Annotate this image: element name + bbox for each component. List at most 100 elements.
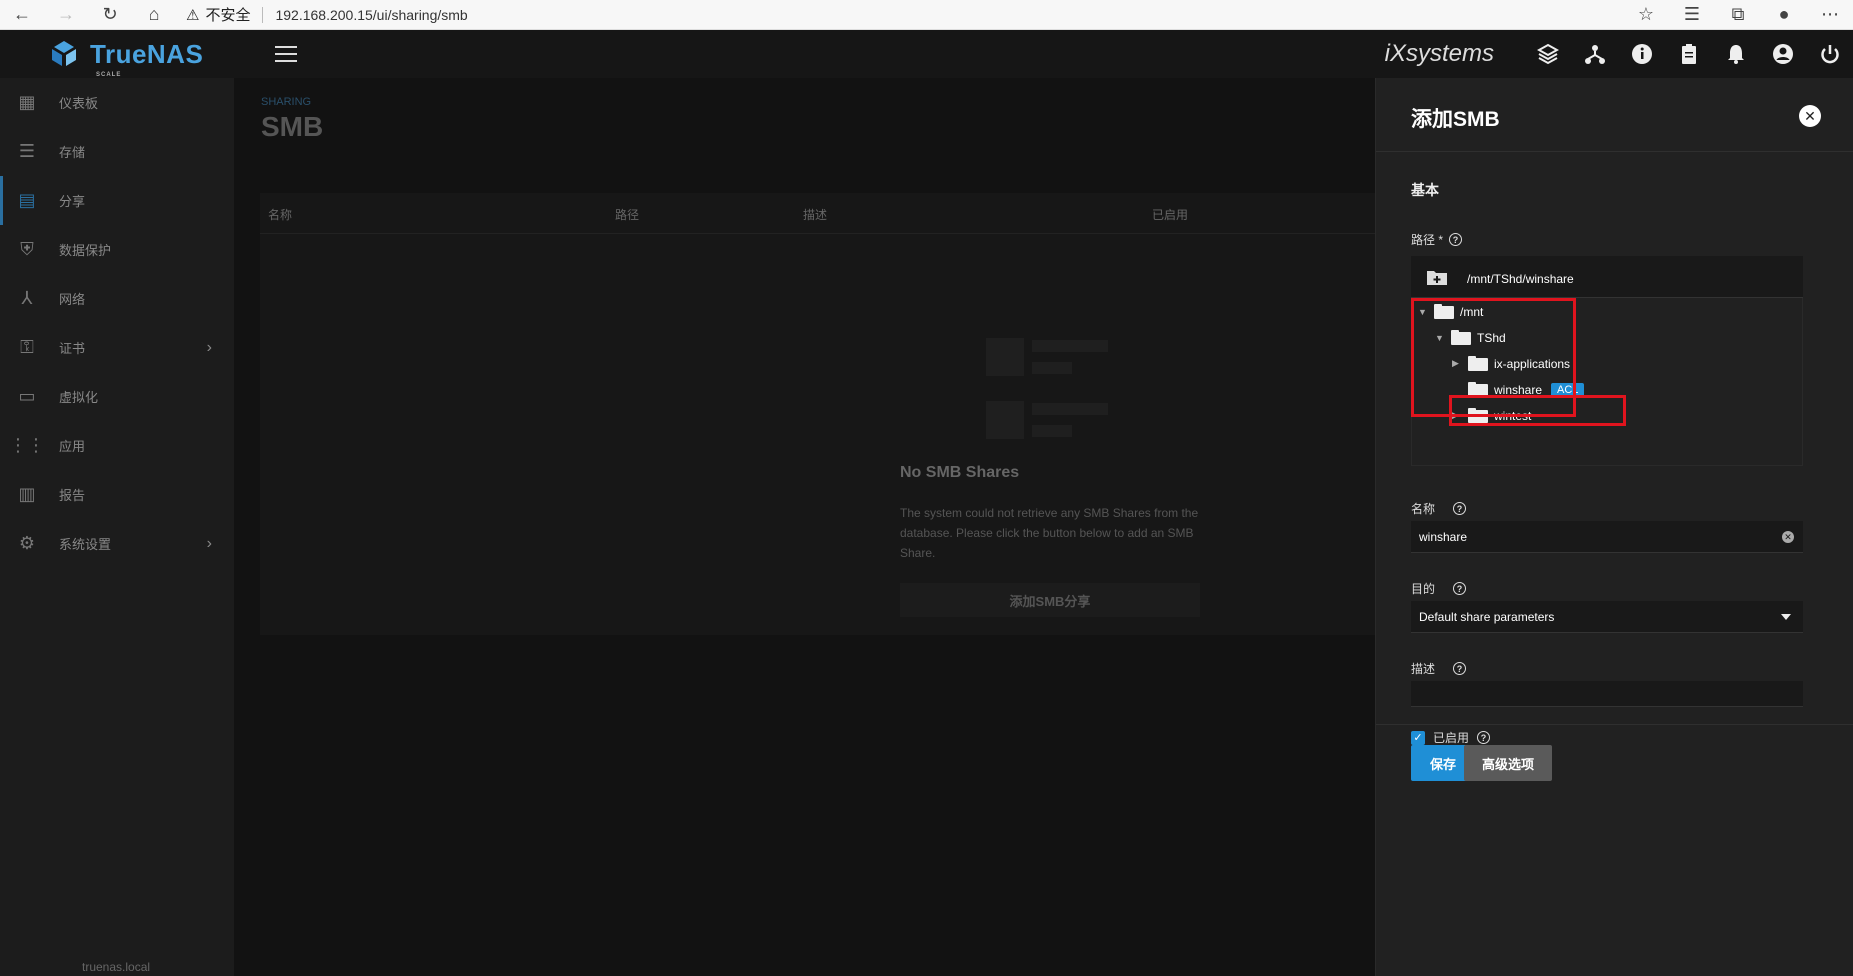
gear-icon: ⚙ (18, 533, 36, 553)
more-icon[interactable]: ⋯ (1807, 0, 1853, 30)
tasks-icon[interactable] (1665, 30, 1712, 78)
purpose-value: Default share parameters (1419, 609, 1555, 624)
sharing-icon: ▤ (18, 190, 36, 210)
brand-edition: SCALE (96, 71, 122, 78)
collections-icon[interactable]: ⧉ (1715, 0, 1761, 30)
info-icon[interactable] (1618, 30, 1665, 78)
help-icon[interactable]: ? (1453, 582, 1467, 595)
description-input[interactable] (1411, 681, 1803, 707)
ixsystems-logo[interactable]: iXsystems (1385, 40, 1494, 68)
sidebar-item-reporting[interactable]: ▥ 报告 (0, 470, 234, 519)
network-icon: ⅄ (21, 288, 33, 308)
purpose-label-text: 目的 (1411, 582, 1436, 596)
add-favorite-icon[interactable]: ☆ (1623, 0, 1669, 30)
path-label-text: 路径 * (1411, 233, 1444, 247)
enabled-checkbox[interactable]: ✓ (1411, 730, 1425, 745)
security-warning[interactable]: ⚠ 不安全 (186, 4, 250, 25)
panel-header: 添加SMB ✕ (1376, 78, 1853, 152)
name-value: winshare (1419, 529, 1468, 544)
browser-toolbar: ← → ↻ ⌂ ⚠ 不安全 192.168.200.15/ui/sharing/… (0, 0, 1853, 30)
divider (1376, 724, 1853, 725)
back-icon[interactable]: ← (0, 0, 44, 30)
smb-shares-table: 名称 路径 描述 已启用 (260, 193, 1380, 635)
help-icon[interactable]: ? (1453, 502, 1467, 515)
sidebar-item-label: 应用 (59, 439, 86, 454)
clear-icon[interactable]: ✕ (1782, 531, 1794, 543)
advanced-options-button[interactable]: 高级选项 (1464, 745, 1552, 781)
menu-toggle-icon[interactable] (275, 46, 298, 62)
empty-state-description: The system could not retrieve any SMB Sh… (900, 506, 1199, 560)
column-header-description[interactable]: 描述 (803, 206, 827, 223)
laptop-icon: ▭ (18, 386, 36, 406)
network-status-icon[interactable] (1571, 30, 1618, 78)
sidebar-item-apps[interactable]: ⋮⋮ 应用 (0, 421, 234, 470)
sidebar-item-label: 分享 (59, 194, 86, 209)
apps-grid-icon: ⋮⋮ (9, 435, 45, 455)
chart-icon: ▥ (18, 484, 36, 504)
brand-name: TrueNAS SCALE (90, 38, 204, 78)
empty-state-illustration (986, 338, 1108, 464)
sidebar-item-label: 证书 (59, 341, 86, 356)
chevron-right-icon: › (206, 534, 212, 552)
sidebar-item-data-protection[interactable]: ⛨ 数据保护 (0, 225, 234, 274)
storage-icon: ☰ (18, 141, 36, 161)
account-icon[interactable] (1759, 30, 1806, 78)
path-value: /mnt/TShd/winshare (1467, 271, 1574, 286)
column-header-enabled[interactable]: 已启用 (1152, 206, 1188, 223)
column-header-name[interactable]: 名称 (268, 206, 292, 223)
sidebar-item-label: 网络 (59, 292, 86, 307)
purpose-select[interactable]: Default share parameters (1411, 601, 1803, 633)
main-content: SHARING SMB 名称 路径 描述 已启用 No SMB Shares T… (234, 78, 1380, 976)
security-label: 不安全 (205, 7, 251, 24)
truenas-logo-icon (52, 41, 76, 66)
help-icon[interactable]: ? (1477, 731, 1491, 744)
path-label: 路径 * ? (1411, 231, 1463, 248)
enabled-checkbox-row[interactable]: ✓ 已启用 ? (1411, 729, 1491, 746)
truenas-logo[interactable]: TrueNAS SCALE (44, 38, 204, 78)
app-topbar: TrueNAS SCALE iXsystems (0, 30, 1853, 78)
empty-state-title: No SMB Shares (900, 464, 1020, 481)
column-header-path[interactable]: 路径 (615, 206, 639, 223)
shield-icon: ⛨ (20, 239, 34, 259)
sidebar-item-network[interactable]: ⅄ 网络 (0, 274, 234, 323)
power-icon[interactable] (1806, 30, 1853, 78)
forward-icon[interactable]: → (44, 0, 88, 30)
warning-icon: ⚠ (186, 6, 200, 24)
favorites-icon[interactable]: ☰ (1669, 0, 1715, 30)
refresh-icon[interactable]: ↻ (88, 0, 132, 30)
breadcrumb[interactable]: SHARING (261, 96, 311, 108)
name-label-text: 名称 (1411, 502, 1436, 516)
sidebar-item-system-settings[interactable]: ⚙ 系统设置 › (0, 519, 234, 568)
enabled-label: 已启用 (1433, 731, 1470, 745)
sidebar-item-certificates[interactable]: ⚿ 证书 › (0, 323, 234, 372)
close-icon[interactable]: ✕ (1799, 105, 1821, 127)
description-label-text: 描述 (1411, 662, 1436, 676)
truecommand-icon[interactable] (1524, 30, 1571, 78)
sidebar-item-sharing[interactable]: ▤ 分享 (0, 176, 234, 225)
sidebar-item-label: 虚拟化 (59, 390, 99, 405)
key-icon: ⚿ (20, 337, 34, 357)
help-icon[interactable]: ? (1449, 233, 1463, 246)
sidebar-item-storage[interactable]: ☰ 存储 (0, 127, 234, 176)
page-title: SMB (261, 111, 324, 142)
panel-title: 添加SMB (1411, 108, 1500, 131)
section-title: 基本 (1411, 182, 1439, 198)
profile-icon[interactable]: ● (1761, 0, 1807, 30)
home-icon[interactable]: ⌂ (132, 0, 176, 30)
sidebar-item-dashboard[interactable]: ▦ 仪表板 (0, 78, 234, 127)
create-folder-icon[interactable] (1427, 269, 1447, 285)
sidebar-item-label: 系统设置 (59, 537, 112, 552)
sidebar-item-virtualization[interactable]: ▭ 虚拟化 (0, 372, 234, 421)
name-label: 名称 ? (1411, 500, 1467, 517)
purpose-label: 目的 ? (1411, 580, 1467, 597)
address-bar[interactable]: 192.168.200.15/ui/sharing/smb (275, 7, 467, 23)
add-smb-share-button[interactable]: 添加SMB分享 (900, 583, 1200, 617)
hostname: truenas.local (82, 960, 151, 974)
notifications-bell-icon[interactable] (1712, 30, 1759, 78)
dropdown-arrow-icon[interactable] (1781, 614, 1791, 620)
path-input[interactable]: /mnt/TShd/winshare (1411, 256, 1803, 298)
sidebar-item-label: 仪表板 (59, 96, 99, 111)
name-input[interactable]: winshare ✕ (1411, 521, 1803, 553)
chevron-right-icon: › (206, 338, 212, 356)
help-icon[interactable]: ? (1453, 662, 1467, 675)
